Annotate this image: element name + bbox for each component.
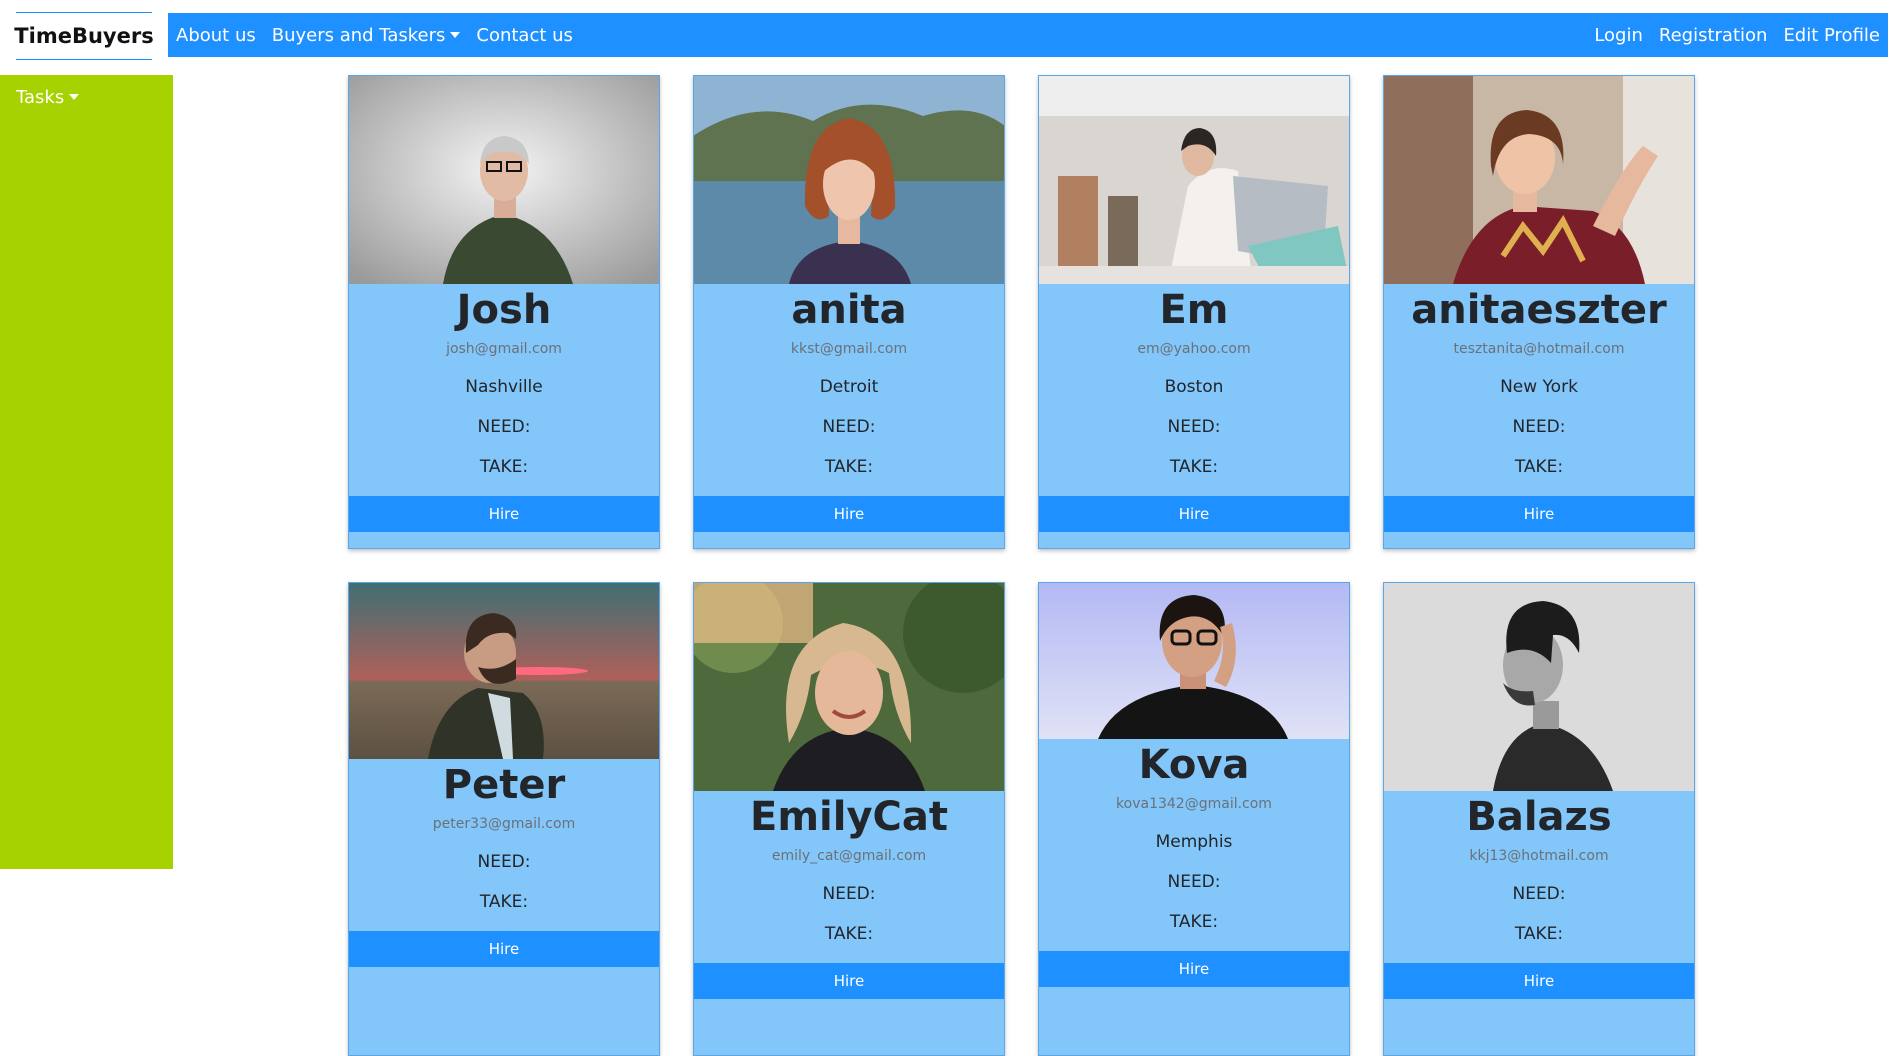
brand-logo[interactable]: TimeBuyers bbox=[14, 12, 154, 60]
profile-name: EmilyCat bbox=[750, 794, 948, 840]
profile-city: Nashville bbox=[465, 377, 543, 397]
profile-take: TAKE: bbox=[479, 892, 529, 912]
nav-contact-us[interactable]: Contact us bbox=[468, 25, 581, 46]
profile-card: anita kkst@gmail.com Detroit NEED: TAKE:… bbox=[693, 75, 1005, 549]
top-navbar: About us Buyers and Taskers Contact us L… bbox=[168, 13, 1888, 57]
hire-button[interactable]: Hire bbox=[349, 931, 659, 967]
profile-card: EmilyCat emily_cat@gmail.com NEED: TAKE:… bbox=[693, 582, 1005, 1056]
profile-need: NEED: bbox=[822, 884, 876, 904]
profile-card: Peter peter33@gmail.com NEED: TAKE: Hire bbox=[348, 582, 660, 1056]
nav-right: Login Registration Edit Profile bbox=[1586, 25, 1888, 46]
profile-city: New York bbox=[1500, 377, 1578, 397]
profile-photo bbox=[349, 583, 659, 759]
nav-buyers-taskers-dropdown[interactable]: Buyers and Taskers bbox=[264, 25, 469, 46]
nav-registration[interactable]: Registration bbox=[1651, 25, 1776, 46]
profile-email: kova1342@gmail.com bbox=[1116, 796, 1272, 812]
hire-button[interactable]: Hire bbox=[694, 496, 1004, 532]
profile-need: NEED: bbox=[1167, 417, 1221, 437]
profile-email: kkst@gmail.com bbox=[790, 341, 908, 357]
profile-name: anitaeszter bbox=[1411, 287, 1667, 333]
profile-name: Peter bbox=[442, 762, 566, 808]
profile-take: TAKE: bbox=[1514, 457, 1564, 477]
profile-email: peter33@gmail.com bbox=[432, 816, 576, 832]
profile-take: TAKE: bbox=[1169, 912, 1219, 932]
nav-edit-profile[interactable]: Edit Profile bbox=[1775, 25, 1888, 46]
profile-photo bbox=[1039, 583, 1349, 739]
profile-email: kkj13@hotmail.com bbox=[1469, 848, 1609, 864]
tasks-label: Tasks bbox=[16, 87, 65, 108]
profile-photo bbox=[694, 76, 1004, 284]
chevron-down-icon bbox=[450, 31, 461, 38]
nav-about-us[interactable]: About us bbox=[168, 25, 264, 46]
profile-need: NEED: bbox=[1512, 417, 1566, 437]
profile-email: josh@gmail.com bbox=[446, 341, 562, 357]
profile-card: Kova kova1342@gmail.com Memphis NEED: TA… bbox=[1038, 582, 1350, 1056]
profile-need: NEED: bbox=[477, 852, 531, 872]
profile-city: Boston bbox=[1164, 377, 1224, 397]
profile-city: Memphis bbox=[1155, 832, 1233, 852]
profile-card: anitaeszter tesztanita@hotmail.com New Y… bbox=[1383, 75, 1695, 549]
nav-left: About us Buyers and Taskers Contact us bbox=[168, 25, 581, 46]
hire-button[interactable]: Hire bbox=[1384, 496, 1694, 532]
nav-buyers-taskers-label: Buyers and Taskers bbox=[271, 24, 446, 46]
profile-need: NEED: bbox=[1167, 872, 1221, 892]
profile-need: NEED: bbox=[1512, 884, 1566, 904]
profile-take: TAKE: bbox=[824, 924, 874, 944]
profile-take: TAKE: bbox=[1169, 457, 1219, 477]
hire-button[interactable]: Hire bbox=[694, 963, 1004, 999]
profile-take: TAKE: bbox=[479, 457, 529, 477]
profile-photo bbox=[1039, 76, 1349, 284]
profile-card: Josh josh@gmail.com Nashville NEED: TAKE… bbox=[348, 75, 660, 549]
sidebar: Tasks bbox=[0, 75, 173, 869]
profile-card-grid: Josh josh@gmail.com Nashville NEED: TAKE… bbox=[348, 75, 1696, 1056]
tasks-dropdown[interactable]: Tasks bbox=[16, 87, 80, 108]
profile-email: emily_cat@gmail.com bbox=[771, 848, 927, 864]
profile-photo bbox=[694, 583, 1004, 791]
profile-photo bbox=[349, 76, 659, 284]
profile-name: Em bbox=[1159, 287, 1229, 333]
profile-name: Josh bbox=[456, 287, 552, 333]
profile-name: anita bbox=[791, 287, 907, 333]
hire-button[interactable]: Hire bbox=[349, 496, 659, 532]
nav-login[interactable]: Login bbox=[1586, 25, 1651, 46]
profile-card: Balazs kkj13@hotmail.com NEED: TAKE: Hir… bbox=[1383, 582, 1695, 1056]
profile-name: Kova bbox=[1138, 742, 1250, 788]
hire-button[interactable]: Hire bbox=[1384, 963, 1694, 999]
profile-photo bbox=[1384, 76, 1694, 284]
profile-need: NEED: bbox=[477, 417, 531, 437]
profile-card: Em em@yahoo.com Boston NEED: TAKE: Hire bbox=[1038, 75, 1350, 549]
profile-city: Detroit bbox=[819, 377, 879, 397]
hire-button[interactable]: Hire bbox=[1039, 951, 1349, 987]
profile-email: em@yahoo.com bbox=[1137, 341, 1251, 357]
chevron-down-icon bbox=[69, 94, 80, 100]
profile-need: NEED: bbox=[822, 417, 876, 437]
profile-name: Balazs bbox=[1466, 794, 1612, 840]
profile-email: tesztanita@hotmail.com bbox=[1453, 341, 1625, 357]
profile-take: TAKE: bbox=[824, 457, 874, 477]
profile-take: TAKE: bbox=[1514, 924, 1564, 944]
hire-button[interactable]: Hire bbox=[1039, 496, 1349, 532]
profile-photo bbox=[1384, 583, 1694, 791]
